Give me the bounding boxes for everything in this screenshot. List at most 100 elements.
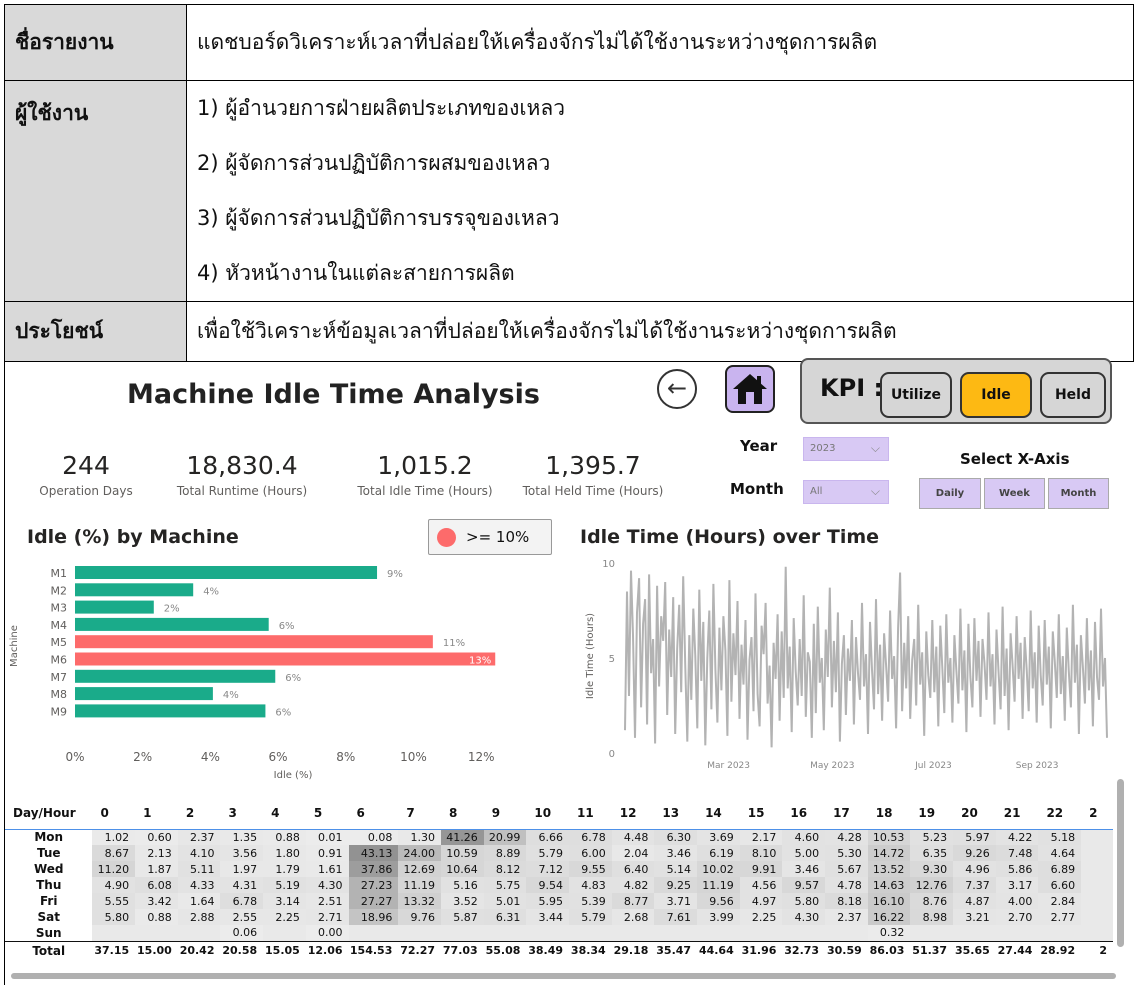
matrix-cell[interactable]: 6.40 [611,861,655,877]
matrix-cell[interactable]: 6.78 [220,893,264,909]
matrix-cell[interactable] [569,925,612,941]
matrix-cell[interactable]: 5.18 [1038,829,1082,845]
matrix-cell[interactable]: 0.00 [305,925,349,941]
matrix-cell[interactable]: 5.80 [782,893,826,909]
matrix-cell[interactable]: 0.01 [305,829,349,845]
matrix-cell[interactable]: 7.48 [995,845,1039,861]
matrix-cell[interactable]: 0.88 [135,909,178,925]
matrix-cell[interactable]: 8.67 [92,845,136,861]
matrix-cell[interactable] [1081,845,1113,861]
matrix-cell[interactable]: 3.52 [441,893,484,909]
matrix-cell[interactable] [995,925,1039,941]
matrix-cell[interactable]: 4.97 [739,893,783,909]
matrix-cell[interactable]: 5.16 [441,877,484,893]
matrix-cell[interactable]: 1.80 [263,845,306,861]
matrix-cell[interactable]: 9.26 [953,845,996,861]
matrix-cell[interactable] [526,925,570,941]
matrix-cell[interactable]: 27.23 [348,877,399,893]
matrix-cell[interactable]: 3.17 [995,877,1039,893]
matrix-cell[interactable]: 6.35 [910,845,954,861]
matrix-cell[interactable]: 2.51 [305,893,349,909]
matrix-cell[interactable]: 4.96 [953,861,996,877]
matrix-cell[interactable]: 3.46 [782,861,826,877]
matrix-cell[interactable]: 3.44 [526,909,570,925]
matrix-cell[interactable]: 18.96 [348,909,399,925]
matrix-cell[interactable]: 7.37 [953,877,996,893]
matrix-cell[interactable] [441,925,484,941]
legend-filter-button[interactable]: >= 10% [428,519,552,555]
matrix-cell[interactable]: 14.63 [867,877,911,893]
xaxis-week-button[interactable]: Week [984,478,1045,509]
matrix-cell[interactable]: 3.42 [135,893,178,909]
matrix-cell[interactable]: 2.37 [825,909,868,925]
matrix-cell[interactable]: 5.00 [782,845,826,861]
matrix-cell[interactable]: 5.39 [569,893,612,909]
matrix-cell[interactable] [483,925,527,941]
matrix-cell[interactable]: 2.25 [739,909,783,925]
matrix-cell[interactable]: 6.78 [569,829,612,845]
matrix-cell[interactable]: 4.30 [305,877,349,893]
matrix-cell[interactable]: 5.87 [441,909,484,925]
matrix-cell[interactable]: 6.30 [654,829,698,845]
matrix-cell[interactable]: 10.59 [441,845,484,861]
matrix-cell[interactable]: 5.97 [953,829,996,845]
matrix-cell[interactable]: 10.53 [867,829,911,845]
matrix-cell[interactable] [611,925,655,941]
matrix-cell[interactable] [1081,861,1113,877]
matrix-cell[interactable] [1081,893,1113,909]
matrix-cell[interactable] [1081,909,1113,925]
matrix-cell[interactable]: 24.00 [398,845,442,861]
matrix-cell[interactable]: 7.12 [526,861,570,877]
matrix-cell[interactable]: 3.21 [953,909,996,925]
matrix-horizontal-scrollbar[interactable] [11,973,1116,979]
matrix-cell[interactable]: 11.19 [697,877,740,893]
matrix-cell[interactable]: 5.14 [654,861,698,877]
matrix-cell[interactable]: 4.00 [995,893,1039,909]
matrix-cell[interactable]: 9.57 [782,877,826,893]
matrix-cell[interactable]: 6.08 [135,877,178,893]
matrix-cell[interactable]: 1.35 [220,829,264,845]
month-dropdown[interactable]: All ⌵ [803,480,889,504]
matrix-cell[interactable] [1038,925,1082,941]
matrix-cell[interactable]: 3.71 [654,893,698,909]
matrix-cell[interactable]: 5.79 [569,909,612,925]
matrix-cell[interactable] [348,925,399,941]
matrix-cell[interactable]: 9.54 [526,877,570,893]
bar-m5[interactable] [75,635,433,649]
matrix-cell[interactable]: 0.06 [220,925,264,941]
back-arrow-icon[interactable]: ← [657,369,697,409]
matrix-cell[interactable]: 41.26 [441,829,484,845]
matrix-cell[interactable]: 2.68 [611,909,655,925]
matrix-cell[interactable]: 20.99 [483,829,527,845]
matrix-cell[interactable]: 4.28 [825,829,868,845]
matrix-cell[interactable]: 8.77 [611,893,655,909]
matrix-cell[interactable]: 2.84 [1038,893,1082,909]
matrix-cell[interactable]: 6.31 [483,909,527,925]
matrix-cell[interactable] [398,925,442,941]
bar-m1[interactable] [75,566,378,579]
matrix-cell[interactable]: 6.89 [1038,861,1082,877]
matrix-cell[interactable]: 9.76 [398,909,442,925]
matrix-cell[interactable]: 9.56 [697,893,740,909]
matrix-cell[interactable]: 4.56 [739,877,783,893]
matrix-cell[interactable]: 4.22 [995,829,1039,845]
xaxis-daily-button[interactable]: Daily [919,478,981,509]
matrix-cell[interactable] [1081,925,1113,941]
matrix-cell[interactable]: 9.55 [569,861,612,877]
matrix-cell[interactable]: 4.87 [953,893,996,909]
matrix-cell[interactable]: 13.52 [867,861,911,877]
matrix-cell[interactable]: 4.64 [1038,845,1082,861]
matrix-cell[interactable]: 4.83 [569,877,612,893]
matrix-cell[interactable]: 1.02 [92,829,136,845]
matrix-cell[interactable] [825,925,868,941]
matrix-vertical-scrollbar[interactable] [1117,779,1124,947]
matrix-cell[interactable]: 16.10 [867,893,911,909]
xaxis-month-button[interactable]: Month [1048,478,1109,509]
matrix-cell[interactable]: 4.90 [92,877,136,893]
matrix-cell[interactable]: 5.30 [825,845,868,861]
matrix-cell[interactable]: 8.76 [910,893,954,909]
matrix-cell[interactable]: 2.04 [611,845,655,861]
matrix-cell[interactable]: 5.23 [910,829,954,845]
matrix-cell[interactable]: 8.89 [483,845,527,861]
matrix-cell[interactable]: 10.02 [697,861,740,877]
